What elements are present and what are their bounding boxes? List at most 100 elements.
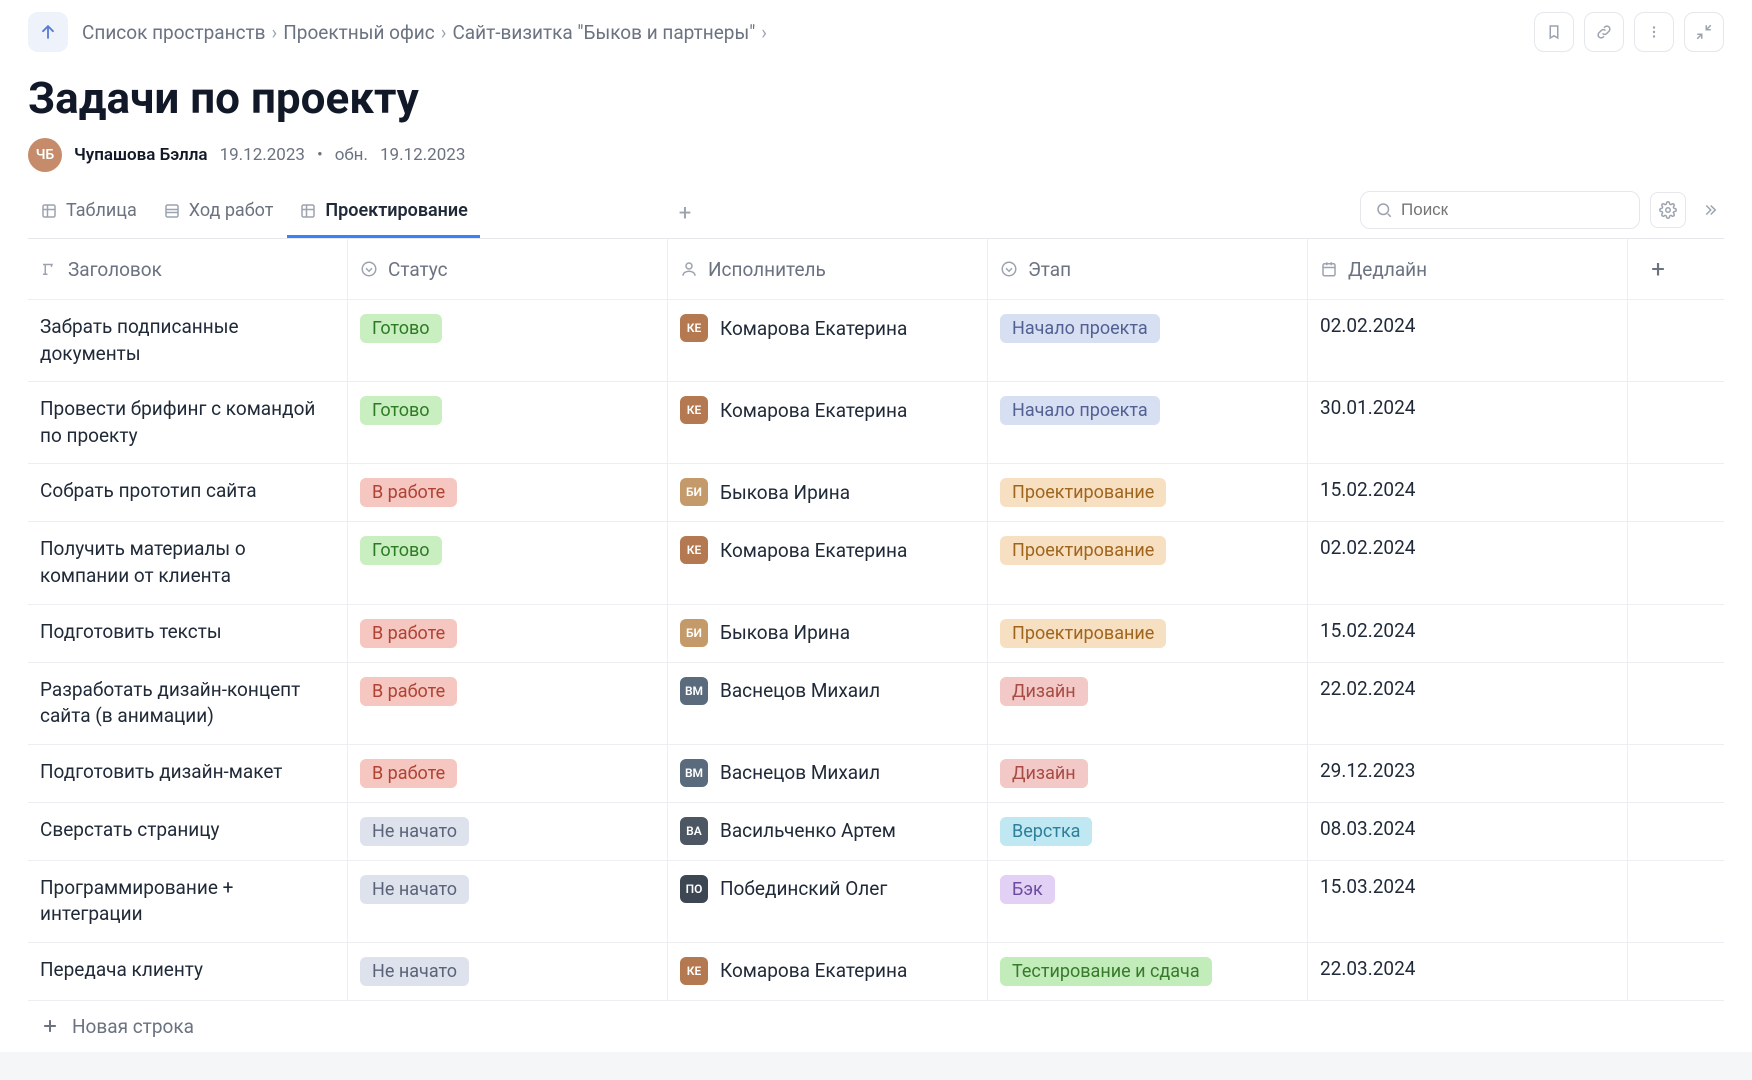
- add-row-button[interactable]: Новая строка: [28, 1001, 1724, 1052]
- view-tab[interactable]: Таблица: [28, 190, 149, 238]
- cell-stage[interactable]: Проектирование: [988, 522, 1308, 603]
- cell-status[interactable]: Не начато: [348, 803, 668, 860]
- cell-title[interactable]: Подготовить дизайн-макет: [28, 745, 348, 802]
- bookmark-button[interactable]: [1534, 12, 1574, 52]
- cell-status[interactable]: В работе: [348, 464, 668, 521]
- table-row[interactable]: Подготовить дизайн-макетВ работеВМВаснец…: [28, 745, 1724, 803]
- cell-stage[interactable]: Дизайн: [988, 663, 1308, 744]
- collapse-button[interactable]: [1684, 12, 1724, 52]
- table-row[interactable]: Сверстать страницуНе начатоВАВасильченко…: [28, 803, 1724, 861]
- cell-deadline[interactable]: 29.12.2023: [1308, 745, 1628, 802]
- assignee-name: Побединский Олег: [720, 877, 887, 900]
- cell-stage[interactable]: Бэк: [988, 861, 1308, 942]
- cell-stage[interactable]: Верстка: [988, 803, 1308, 860]
- col-stage[interactable]: Этап: [988, 239, 1308, 299]
- view-settings-button[interactable]: [1650, 192, 1686, 228]
- table-row[interactable]: Собрать прототип сайтаВ работеБИБыкова И…: [28, 464, 1724, 522]
- link-icon: [1595, 23, 1613, 41]
- cell-spacer: [1628, 382, 1688, 463]
- cell-assignee[interactable]: БИБыкова Ирина: [668, 464, 988, 521]
- breadcrumb-item[interactable]: Проектный офис: [283, 21, 434, 44]
- cell-status[interactable]: В работе: [348, 663, 668, 744]
- add-column-button[interactable]: +: [1628, 239, 1688, 299]
- cell-deadline[interactable]: 02.02.2024: [1308, 300, 1628, 381]
- cell-stage[interactable]: Проектирование: [988, 464, 1308, 521]
- status-badge: В работе: [360, 619, 457, 648]
- cell-assignee[interactable]: ВМВаснецов Михаил: [668, 663, 988, 744]
- table-row[interactable]: Провести брифинг с командой по проектуГо…: [28, 382, 1724, 464]
- col-assignee[interactable]: Исполнитель: [668, 239, 988, 299]
- cell-status[interactable]: В работе: [348, 605, 668, 662]
- cell-assignee[interactable]: БИБыкова Ирина: [668, 605, 988, 662]
- cell-assignee[interactable]: ВМВаснецов Михаил: [668, 745, 988, 802]
- cell-deadline[interactable]: 15.03.2024: [1308, 861, 1628, 942]
- cell-assignee[interactable]: ВАВасильченко Артем: [668, 803, 988, 860]
- cell-title[interactable]: Программирование + интеграции: [28, 861, 348, 942]
- cell-title[interactable]: Забрать подписанные документы: [28, 300, 348, 381]
- col-status[interactable]: Статус: [348, 239, 668, 299]
- cell-status[interactable]: Готово: [348, 300, 668, 381]
- cell-status[interactable]: Не начато: [348, 861, 668, 942]
- add-view-button[interactable]: +: [669, 195, 701, 233]
- cell-deadline[interactable]: 15.02.2024: [1308, 605, 1628, 662]
- cell-stage[interactable]: Дизайн: [988, 745, 1308, 802]
- cell-stage[interactable]: Тестирование и сдача: [988, 943, 1308, 1000]
- breadcrumb-item[interactable]: Список пространств: [82, 21, 266, 44]
- table-icon: [163, 202, 181, 220]
- table-row[interactable]: Получить материалы о компании от клиента…: [28, 522, 1724, 604]
- view-tab[interactable]: Проектирование: [287, 190, 479, 238]
- cell-stage[interactable]: Проектирование: [988, 605, 1308, 662]
- assignee-avatar: ВА: [680, 817, 708, 845]
- cell-deadline[interactable]: 15.02.2024: [1308, 464, 1628, 521]
- view-tabs: Таблица Ход работПроектирование: [28, 190, 651, 238]
- cell-deadline[interactable]: 22.03.2024: [1308, 943, 1628, 1000]
- stage-badge: Начало проекта: [1000, 314, 1160, 343]
- col-deadline[interactable]: Дедлайн: [1308, 239, 1628, 299]
- more-button[interactable]: [1634, 12, 1674, 52]
- table-row[interactable]: Подготовить тексты В работе БИБыкова Ирина…: [28, 605, 1724, 663]
- cell-status[interactable]: В работе: [348, 745, 668, 802]
- search-box[interactable]: [1360, 191, 1640, 229]
- view-tab[interactable]: Ход работ: [151, 190, 286, 238]
- cell-title[interactable]: Получить материалы о компании от клиента: [28, 522, 348, 603]
- cell-status[interactable]: Готово: [348, 382, 668, 463]
- cell-assignee[interactable]: КЕКомарова Екатерина: [668, 300, 988, 381]
- breadcrumb-item[interactable]: Сайт-визитка "Быков и партнеры": [452, 21, 755, 44]
- status-badge: Не начато: [360, 875, 469, 904]
- cell-assignee[interactable]: КЕКомарова Екатерина: [668, 522, 988, 603]
- tasks-table: Заголовок Статус Исполнитель Этап Дедлай…: [28, 239, 1724, 1052]
- table-row[interactable]: Передача клиентуНе начатоКЕКомарова Екат…: [28, 943, 1724, 1001]
- cell-status[interactable]: Не начато: [348, 943, 668, 1000]
- page-title: Задачи по проекту: [28, 60, 1724, 134]
- sidebar-toggle-button[interactable]: [1696, 192, 1724, 228]
- cell-assignee[interactable]: ПОПобединский Олег: [668, 861, 988, 942]
- cell-deadline[interactable]: 08.03.2024: [1308, 803, 1628, 860]
- stage-badge: Дизайн: [1000, 759, 1088, 788]
- cell-title[interactable]: Передача клиенту: [28, 943, 348, 1000]
- col-title[interactable]: Заголовок: [28, 239, 348, 299]
- cell-status[interactable]: Готово: [348, 522, 668, 603]
- up-button[interactable]: [28, 12, 68, 52]
- cell-title[interactable]: Сверстать страницу: [28, 803, 348, 860]
- search-input[interactable]: [1401, 200, 1625, 220]
- tab-label: Таблица: [66, 200, 137, 221]
- cell-assignee[interactable]: КЕКомарова Екатерина: [668, 943, 988, 1000]
- cell-deadline[interactable]: 02.02.2024: [1308, 522, 1628, 603]
- link-button[interactable]: [1584, 12, 1624, 52]
- cell-title[interactable]: Разработать дизайн-концепт сайта (в аним…: [28, 663, 348, 744]
- cell-title[interactable]: Подготовить тексты: [28, 605, 348, 662]
- cell-stage[interactable]: Начало проекта: [988, 382, 1308, 463]
- plus-icon: [40, 1016, 60, 1036]
- cell-deadline[interactable]: 30.01.2024: [1308, 382, 1628, 463]
- chevron-right-icon: ›: [272, 21, 278, 44]
- assignee-name: Васнецов Михаил: [720, 679, 880, 702]
- status-badge: В работе: [360, 677, 457, 706]
- cell-stage[interactable]: Начало проекта: [988, 300, 1308, 381]
- table-row[interactable]: Забрать подписанные документыГотовоКЕКом…: [28, 300, 1724, 382]
- cell-title[interactable]: Провести брифинг с командой по проекту: [28, 382, 348, 463]
- cell-assignee[interactable]: КЕКомарова Екатерина: [668, 382, 988, 463]
- cell-title[interactable]: Собрать прототип сайта: [28, 464, 348, 521]
- table-row[interactable]: Программирование + интеграции Не начато ПО…: [28, 861, 1724, 943]
- table-row[interactable]: Разработать дизайн-концепт сайта (в аним…: [28, 663, 1724, 745]
- cell-deadline[interactable]: 22.02.2024: [1308, 663, 1628, 744]
